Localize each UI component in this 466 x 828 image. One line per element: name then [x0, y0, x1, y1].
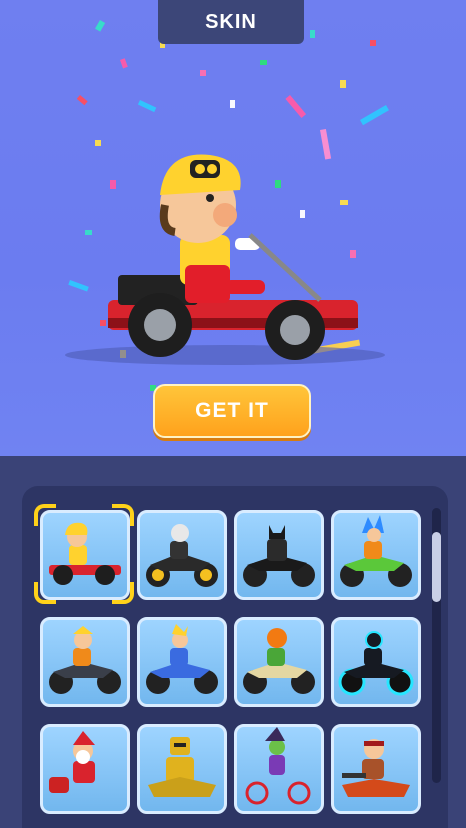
selection-indicator [112, 504, 134, 526]
scrollbar-thumb[interactable] [432, 532, 441, 602]
skin-tile-super-rider[interactable] [137, 617, 227, 707]
page-title: SKIN [158, 0, 304, 44]
skin-tile-pumpkin-rider[interactable] [234, 617, 324, 707]
skin-tile-witch-rider[interactable] [234, 724, 324, 814]
skin-tile-bandit-rider[interactable] [331, 724, 421, 814]
preview-area: SKIN GET IT [0, 0, 466, 456]
santa-rider-motorbike-icon [49, 731, 95, 793]
kart-racer-yellow-cap-icon [108, 154, 358, 360]
skin-panel [22, 486, 448, 828]
selection-indicator [34, 582, 56, 604]
skin-tile-tron-rider[interactable] [331, 617, 421, 707]
robot-rider-gold-bike-icon [148, 737, 216, 797]
skull-rider-motorbike-icon [146, 524, 218, 587]
skin-tile-batman-rider[interactable] [234, 510, 324, 600]
skin-tile-skull-rider[interactable] [137, 510, 227, 600]
skin-selection-area [0, 456, 466, 828]
get-it-button[interactable]: GET IT [153, 384, 311, 438]
witch-rider-bicycle-icon [245, 727, 311, 805]
skin-tile-robot-rider[interactable] [137, 724, 227, 814]
skin-tile-saiyan-rider[interactable] [331, 510, 421, 600]
tron-rider-neon-bike-icon [338, 631, 414, 696]
batman-rider-motorbike-icon [243, 525, 315, 587]
saiyan-rider-green-bike-icon [340, 515, 412, 587]
selection-indicator [112, 582, 134, 604]
selection-indicator [34, 504, 56, 526]
skin-list-scrollbar[interactable] [432, 508, 441, 783]
skin-tile-santa-rider[interactable] [40, 724, 130, 814]
skin-tile-ninja-rider[interactable] [40, 617, 130, 707]
super-rider-blue-bike-icon [146, 624, 218, 694]
ninja-rider-motorbike-icon [49, 626, 121, 694]
bandit-rider-motorbike-icon [342, 739, 410, 797]
pumpkin-rider-dirtbike-icon [243, 628, 315, 694]
